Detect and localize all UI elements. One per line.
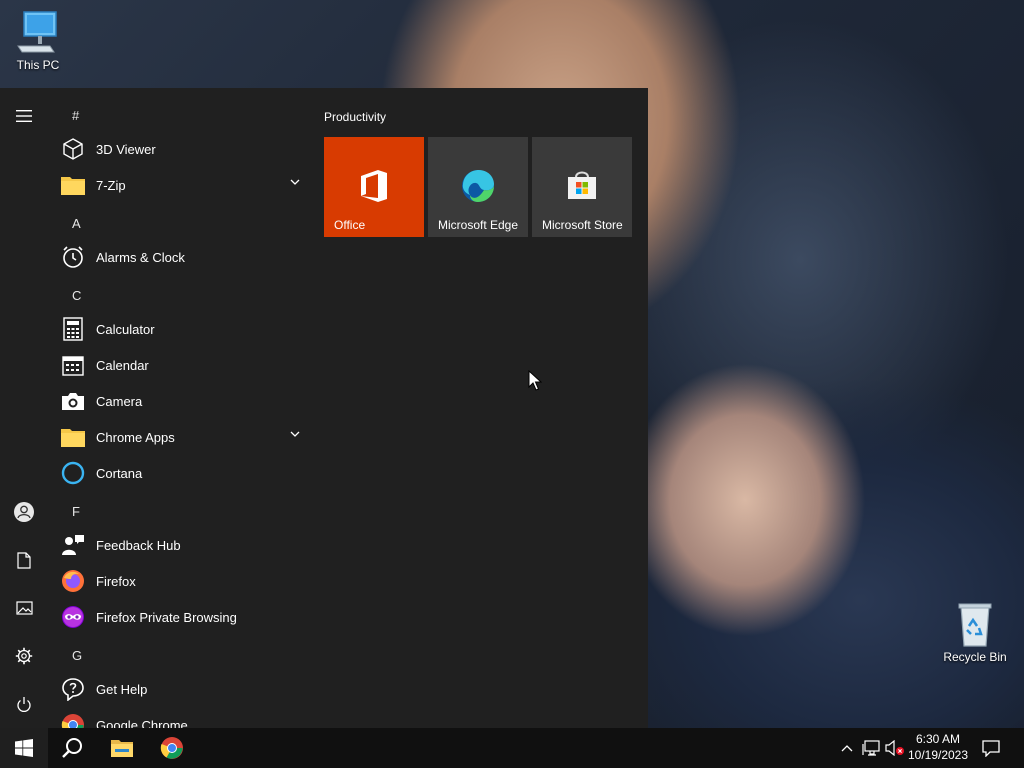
app-label: Alarms & Clock (96, 249, 185, 265)
taskbar: 6:30 AM 10/19/2023 (0, 728, 1024, 768)
edge-icon (461, 169, 495, 208)
app-firefox[interactable]: Firefox (60, 563, 310, 599)
app-chrome-apps-folder[interactable]: Chrome Apps (60, 419, 310, 455)
app-label: Google Chrome (96, 717, 188, 729)
app-label: 3D Viewer (96, 141, 156, 157)
network-button[interactable] (860, 728, 882, 768)
user-account-button[interactable] (0, 488, 48, 536)
chrome-icon (60, 712, 86, 728)
app-google-chrome[interactable]: Google Chrome (60, 707, 310, 728)
folder-icon (60, 172, 86, 198)
recycle-bin-desktop-icon[interactable]: Recycle Bin (935, 600, 1015, 664)
group-header-g[interactable]: G (72, 648, 82, 663)
app-label: Firefox Private Browsing (96, 609, 237, 625)
clock-time: 6:30 AM (915, 732, 961, 746)
3d-cube-icon (60, 136, 86, 162)
camera-icon (60, 388, 86, 414)
app-label: Firefox (96, 573, 136, 589)
tile-group-title[interactable]: Productivity (324, 110, 386, 124)
clock-date: 10/19/2023 (907, 748, 969, 762)
tile-microsoft-store[interactable]: Microsoft Store (532, 137, 632, 237)
app-list: # 3D Viewer 7-Zip A Alarms & Clock C Cal… (48, 88, 310, 728)
app-label: Get Help (96, 681, 148, 697)
file-explorer-icon (111, 740, 133, 757)
app-firefox-private[interactable]: Firefox Private Browsing (60, 599, 310, 635)
group-header-a[interactable]: A (72, 216, 81, 231)
app-label: Calendar (96, 357, 149, 373)
firefox-icon (60, 568, 86, 594)
office-icon (359, 169, 389, 208)
app-7-zip-folder[interactable]: 7-Zip (60, 167, 310, 203)
expand-menu-button[interactable] (0, 92, 48, 140)
app-calendar[interactable]: Calendar (60, 347, 310, 383)
tiles-area: Productivity Office Microsoft Edge Micro… (310, 88, 648, 728)
this-pc-desktop-icon[interactable]: This PC (0, 8, 78, 72)
this-pc-label: This PC (16, 58, 60, 72)
app-label: Chrome Apps (96, 429, 175, 445)
chevron-up-icon (841, 745, 853, 752)
app-label: 7-Zip (96, 177, 126, 193)
group-header-hash[interactable]: # (72, 108, 79, 123)
folder-icon (60, 424, 86, 450)
store-bag-icon (566, 169, 598, 206)
volume-muted-icon (885, 740, 904, 756)
recycle-bin-label: Recycle Bin (943, 650, 1007, 664)
tile-microsoft-edge[interactable]: Microsoft Edge (428, 137, 528, 237)
app-alarms-clock[interactable]: Alarms & Clock (60, 239, 310, 275)
start-button[interactable] (0, 728, 48, 768)
pictures-button[interactable] (0, 584, 48, 632)
notification-icon (982, 739, 1000, 757)
tile-label: Microsoft Edge (438, 218, 519, 232)
show-hidden-icons-button[interactable] (838, 728, 856, 768)
file-explorer-button[interactable] (98, 728, 146, 768)
app-get-help[interactable]: Get Help (60, 671, 310, 707)
get-help-icon (60, 676, 86, 702)
recycle-bin-icon (951, 600, 999, 648)
firefox-private-icon (60, 604, 86, 630)
search-button[interactable] (48, 728, 96, 768)
cortana-icon (60, 460, 86, 486)
tile-office[interactable]: Office (324, 137, 424, 237)
documents-button[interactable] (0, 536, 48, 584)
app-label: Calculator (96, 321, 155, 337)
picture-icon (15, 601, 33, 615)
user-avatar-icon (14, 502, 34, 522)
settings-button[interactable] (0, 632, 48, 680)
alarm-clock-icon (60, 244, 86, 270)
computer-icon (14, 8, 62, 56)
app-camera[interactable]: Camera (60, 383, 310, 419)
power-icon (17, 696, 31, 712)
power-button[interactable] (0, 680, 48, 728)
start-left-rail (0, 88, 48, 728)
chrome-icon (160, 737, 183, 759)
tile-label: Microsoft Store (542, 218, 623, 232)
tile-label: Office (334, 218, 366, 232)
app-cortana[interactable]: Cortana (60, 455, 310, 491)
search-icon (62, 738, 82, 758)
group-header-f[interactable]: F (72, 504, 80, 519)
chevron-down-icon (290, 179, 300, 185)
feedback-hub-icon (60, 532, 86, 558)
calculator-icon (60, 316, 86, 342)
document-icon (17, 551, 31, 569)
windows-logo-icon (15, 739, 33, 757)
hamburger-icon (16, 110, 32, 122)
app-calculator[interactable]: Calculator (60, 311, 310, 347)
action-center-button[interactable] (976, 728, 1006, 768)
group-header-c[interactable]: C (72, 288, 81, 303)
start-menu: # 3D Viewer 7-Zip A Alarms & Clock C Cal… (0, 88, 648, 728)
network-icon (862, 740, 880, 756)
app-3d-viewer[interactable]: 3D Viewer (60, 131, 310, 167)
app-label: Feedback Hub (96, 537, 181, 553)
calendar-icon (60, 352, 86, 378)
gear-icon (15, 647, 33, 665)
chrome-taskbar-button[interactable] (148, 728, 196, 768)
mouse-cursor-icon (528, 369, 543, 397)
app-label: Cortana (96, 465, 143, 481)
volume-button[interactable] (884, 728, 906, 768)
app-label: Camera (96, 393, 143, 409)
app-feedback-hub[interactable]: Feedback Hub (60, 527, 310, 563)
chevron-down-icon (290, 431, 300, 437)
taskbar-clock[interactable]: 6:30 AM 10/19/2023 (905, 731, 971, 763)
